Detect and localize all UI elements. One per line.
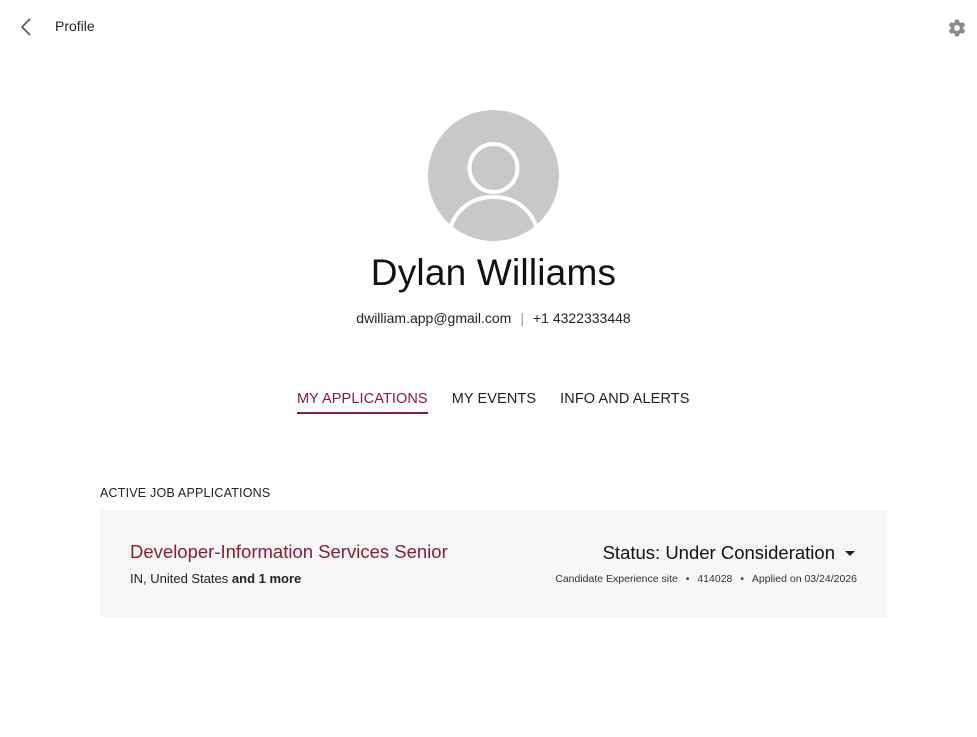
chevron-left-icon: [20, 18, 31, 36]
tab-my-events[interactable]: MY EVENTS: [452, 391, 536, 414]
tab-my-applications[interactable]: MY APPLICATIONS: [297, 391, 428, 414]
application-card: Developer-Information Services Senior IN…: [100, 510, 887, 617]
meta-job-id: 414028: [697, 573, 733, 585]
meta-dot: •: [685, 573, 690, 585]
profile-page: Profile Dylan Williams dwilliam.app@gmai…: [0, 0, 977, 737]
contact-row: dwilliam.app@gmail.com | +1 4322333448: [0, 310, 977, 326]
gear-icon: [948, 19, 966, 37]
job-location: IN, United States and 1 more: [130, 571, 301, 586]
meta-applied-date: Applied on 03/24/2026: [751, 573, 857, 585]
profile-tabs: MY APPLICATIONS MY EVENTS INFO AND ALERT…: [297, 391, 690, 414]
settings-button[interactable]: [946, 17, 968, 39]
profile-phone: +1 4322333448: [532, 310, 631, 326]
back-button[interactable]: [14, 14, 38, 40]
application-meta: Candidate Experience site • 414028 • App…: [555, 573, 857, 585]
profile-name: Dylan Williams: [370, 252, 617, 293]
page-title: Profile: [55, 18, 95, 34]
status-text: Status: Under Consideration: [602, 542, 835, 563]
tab-info-and-alerts[interactable]: INFO AND ALERTS: [560, 391, 689, 414]
job-location-more: and 1 more: [231, 571, 302, 586]
meta-site: Candidate Experience site: [555, 573, 678, 585]
profile-email: dwilliam.app@gmail.com: [356, 310, 512, 326]
caret-down-icon: [845, 551, 855, 556]
job-location-text: IN, United States: [130, 571, 229, 586]
job-title-link[interactable]: Developer-Information Services Senior: [130, 541, 448, 563]
status-dropdown[interactable]: Status: Under Consideration: [603, 542, 857, 564]
contact-separator: |: [520, 310, 524, 326]
meta-dot: •: [740, 573, 744, 585]
avatar: [428, 110, 559, 241]
section-label-active-applications: ACTIVE JOB APPLICATIONS: [100, 486, 271, 500]
user-avatar-icon: [446, 142, 541, 241]
